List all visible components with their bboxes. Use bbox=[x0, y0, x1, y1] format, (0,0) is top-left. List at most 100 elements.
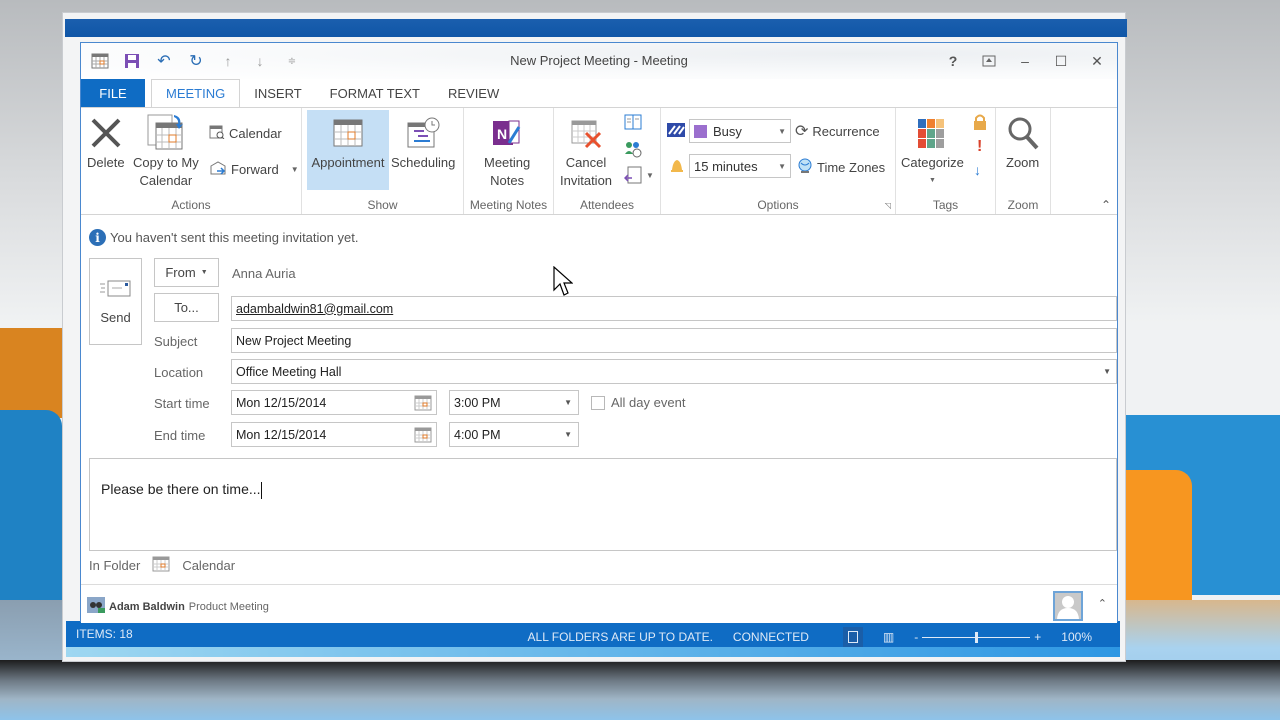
private-lock-icon[interactable] bbox=[973, 114, 987, 133]
contact-avatar[interactable] bbox=[1053, 591, 1083, 621]
meeting-attendees-icon bbox=[87, 597, 105, 616]
tab-format-text[interactable]: FORMAT TEXT bbox=[316, 79, 434, 107]
delete-button[interactable]: Delete bbox=[87, 112, 125, 172]
ribbon-tabs: FILE MEETING INSERT FORMAT TEXT REVIEW bbox=[81, 79, 1117, 107]
date-picker-icon[interactable] bbox=[414, 427, 432, 446]
date-picker-icon[interactable] bbox=[414, 395, 432, 414]
location-field[interactable]: Office Meeting Hall ▼ bbox=[231, 359, 1117, 384]
group-tags: Categorize ▼ ! ↓ Tags bbox=[896, 108, 996, 214]
people-pane: Adam Baldwin Product Meeting ⌃ bbox=[81, 584, 1117, 623]
minimize-button[interactable]: – bbox=[1009, 49, 1041, 73]
group-label-zoom: Zoom bbox=[1007, 198, 1039, 212]
expand-people-pane-icon[interactable]: ⌃ bbox=[1098, 597, 1107, 610]
zoom-level[interactable]: 100% bbox=[1061, 630, 1092, 644]
meeting-window: ↶ ↻ ↑ ↓ ≑ New Project Meeting - Meeting … bbox=[80, 42, 1118, 623]
svg-text:N: N bbox=[497, 126, 507, 142]
zoom-button[interactable]: Zoom bbox=[1006, 112, 1039, 172]
body-text: Please be there on time... bbox=[101, 481, 261, 497]
group-attendees: Cancel Invitation ▼ Attendees bbox=[554, 108, 661, 214]
collapse-ribbon-icon[interactable]: ⌃ bbox=[1101, 198, 1111, 212]
group-label-actions: Actions bbox=[171, 198, 211, 212]
from-value: Anna Auria bbox=[232, 266, 296, 281]
tab-file[interactable]: FILE bbox=[81, 79, 145, 107]
delete-label: Delete bbox=[87, 155, 125, 170]
show-as-icon bbox=[667, 123, 685, 140]
maximize-button[interactable]: ☐ bbox=[1045, 49, 1077, 73]
reminder-bell-icon bbox=[670, 158, 684, 177]
meeting-body-editor[interactable]: Please be there on time... bbox=[89, 458, 1117, 551]
forward-dropdown-icon[interactable]: ▼ bbox=[291, 165, 299, 174]
tab-insert[interactable]: INSERT bbox=[240, 79, 315, 107]
info-message: You haven't sent this meeting invitation… bbox=[110, 230, 359, 245]
calendar-search-icon bbox=[209, 125, 225, 142]
check-names-icon[interactable] bbox=[624, 140, 642, 161]
scheduling-button[interactable]: Scheduling bbox=[391, 112, 455, 172]
group-label-meeting-notes: Meeting Notes bbox=[469, 198, 548, 212]
to-field[interactable]: adambaldwin81@gmail.com bbox=[231, 296, 1117, 321]
desktop-wallpaper bbox=[0, 660, 1280, 720]
categorize-icon bbox=[918, 112, 946, 154]
send-button[interactable]: Send bbox=[89, 258, 142, 345]
cancel-invitation-icon bbox=[570, 112, 602, 154]
tab-review[interactable]: REVIEW bbox=[434, 79, 513, 107]
chevron-down-icon: ▼ bbox=[564, 398, 572, 407]
connection-status: CONNECTED bbox=[732, 630, 809, 644]
time-zones-button[interactable]: Time Zones bbox=[797, 156, 885, 178]
info-bar: i You haven't sent this meeting invitati… bbox=[89, 229, 358, 246]
calendar-button[interactable]: Calendar bbox=[209, 122, 282, 144]
reading-view-icon[interactable]: ▥ bbox=[883, 630, 894, 644]
globe-icon bbox=[797, 158, 813, 177]
main-window-titlebar bbox=[65, 19, 1127, 37]
start-time-dropdown[interactable]: 3:00 PM ▼ bbox=[449, 390, 579, 415]
recurrence-icon: ⟳ bbox=[795, 123, 809, 140]
onenote-icon: N bbox=[491, 112, 523, 154]
zoom-slider[interactable] bbox=[922, 631, 1031, 643]
high-importance-icon[interactable]: ! bbox=[977, 138, 982, 156]
copy-to-my-calendar-button[interactable]: Copy to My Calendar bbox=[133, 112, 199, 190]
zoom-slider-thumb[interactable] bbox=[974, 632, 978, 643]
tab-meeting[interactable]: MEETING bbox=[151, 79, 241, 107]
close-button[interactable]: ✕ bbox=[1081, 49, 1113, 73]
end-date-field[interactable]: Mon 12/15/2014 bbox=[231, 422, 437, 447]
show-as-dropdown[interactable]: Busy ▼ bbox=[689, 119, 791, 143]
all-day-event-checkbox[interactable] bbox=[591, 395, 605, 410]
end-time-dropdown[interactable]: 4:00 PM ▼ bbox=[449, 422, 579, 447]
location-dropdown-icon[interactable]: ▼ bbox=[1103, 367, 1111, 376]
low-importance-icon[interactable]: ↓ bbox=[974, 162, 981, 178]
zoom-out-button[interactable]: - bbox=[914, 630, 918, 644]
ribbon: Delete Copy to My Calendar Calendar Forwa… bbox=[81, 107, 1117, 215]
address-book-icon[interactable] bbox=[624, 114, 642, 133]
subject-label: Subject bbox=[154, 334, 198, 349]
zoom-in-button[interactable]: + bbox=[1034, 630, 1041, 644]
ribbon-display-options-button[interactable] bbox=[973, 49, 1005, 73]
meeting-notes-button[interactable]: N Meeting Notes bbox=[484, 112, 530, 190]
categorize-dropdown-icon: ▼ bbox=[928, 177, 936, 184]
forward-icon bbox=[209, 160, 227, 179]
recipient-email[interactable]: adambaldwin81@gmail.com bbox=[236, 302, 393, 316]
person-name: Adam Baldwin bbox=[109, 600, 185, 613]
people-pane-item[interactable]: Adam Baldwin Product Meeting bbox=[87, 597, 269, 616]
reminder-dropdown[interactable]: 15 minutes ▼ bbox=[689, 154, 791, 178]
subject-field[interactable]: New Project Meeting bbox=[231, 328, 1117, 353]
appointment-button[interactable]: Appointment bbox=[307, 110, 389, 190]
categorize-button[interactable]: Categorize ▼ bbox=[901, 112, 964, 190]
help-button[interactable]: ? bbox=[937, 49, 969, 73]
cancel-invitation-button[interactable]: Cancel Invitation bbox=[560, 112, 612, 190]
desktop-wallpaper bbox=[1124, 470, 1192, 610]
group-actions: Delete Copy to My Calendar Calendar Forwa… bbox=[81, 108, 302, 214]
busy-color-swatch bbox=[694, 124, 707, 138]
recurrence-button[interactable]: ⟳ Recurrence bbox=[795, 120, 880, 142]
start-date-field[interactable]: Mon 12/15/2014 bbox=[231, 390, 437, 415]
options-dialog-launcher-icon[interactable]: ◹ bbox=[885, 201, 891, 210]
magnifier-icon bbox=[1007, 112, 1039, 154]
all-day-event[interactable]: All day event bbox=[591, 395, 685, 410]
normal-view-icon[interactable] bbox=[842, 627, 863, 647]
folder-info: In Folder Calendar bbox=[89, 556, 236, 573]
forward-button[interactable]: Forward ▼ bbox=[209, 158, 299, 180]
send-envelope-icon bbox=[99, 279, 132, 302]
delete-icon bbox=[89, 112, 123, 154]
to-button[interactable]: To... bbox=[154, 293, 219, 322]
chevron-down-icon: ▼ bbox=[778, 161, 786, 171]
from-button[interactable]: From ▼ bbox=[154, 258, 219, 287]
response-options-icon[interactable]: ▼ bbox=[624, 166, 654, 184]
